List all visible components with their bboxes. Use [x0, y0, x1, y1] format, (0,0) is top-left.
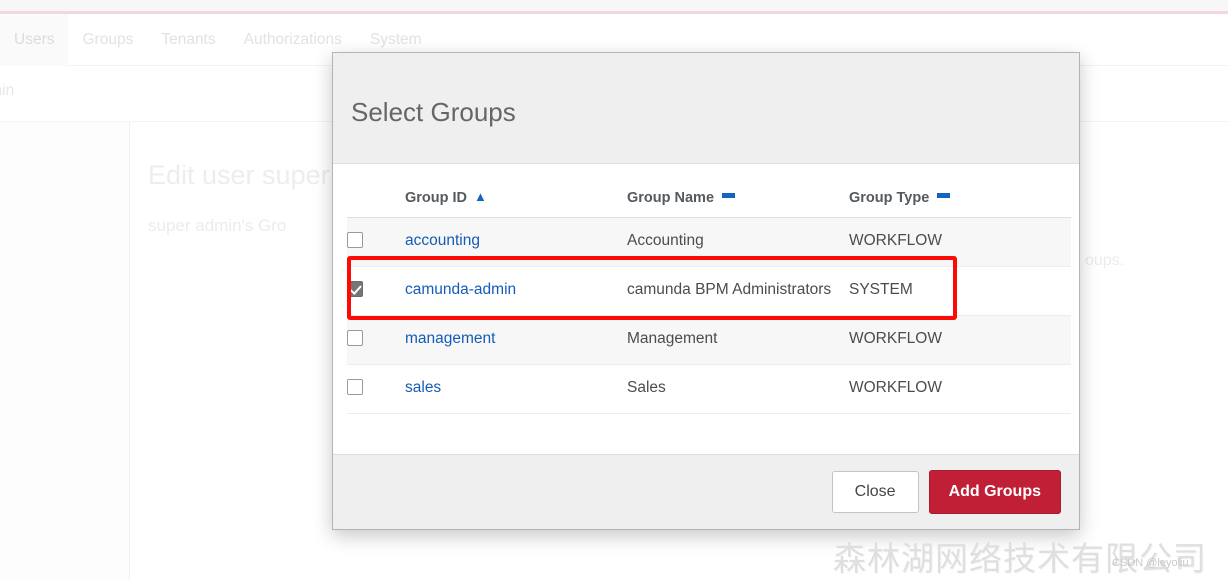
- group-id-link-accounting[interactable]: accounting: [405, 232, 480, 249]
- row-select-cell[interactable]: [347, 316, 405, 365]
- table-row[interactable]: sales Sales WORKFLOW: [347, 364, 1071, 414]
- nav-tab-users[interactable]: Users: [0, 14, 69, 66]
- group-id-link-sales[interactable]: sales: [405, 379, 441, 396]
- row-group-id-cell: sales: [405, 365, 627, 414]
- table-header-row: Group ID ▲ Group Name Group Type: [347, 164, 1071, 218]
- row-select-cell[interactable]: [347, 267, 405, 316]
- table-row[interactable]: accounting Accounting WORKFLOW: [347, 217, 1071, 267]
- side-rail: [0, 122, 130, 580]
- row-select-cell[interactable]: [347, 365, 405, 414]
- row-group-name-cell: camunda BPM Administrators: [627, 281, 832, 298]
- row-checkbox-management[interactable]: [347, 330, 363, 346]
- group-id-link-management[interactable]: management: [405, 330, 495, 347]
- screen-root: Users Groups Tenants Authorizations Syst…: [0, 0, 1228, 580]
- row-checkbox-accounting[interactable]: [347, 232, 363, 248]
- row-group-type-cell: WORKFLOW: [849, 379, 942, 396]
- sort-ascending-icon[interactable]: ▲: [474, 190, 487, 203]
- row-group-type-cell: SYSTEM: [849, 281, 913, 298]
- table-row[interactable]: management Management WORKFLOW: [347, 315, 1071, 365]
- dialog-header: Select Groups: [333, 53, 1079, 164]
- row-group-id-cell: camunda-admin: [405, 267, 627, 316]
- groups-table-body: accounting Accounting WORKFLOW camunda-a…: [347, 217, 1071, 414]
- row-checkbox-sales[interactable]: [347, 379, 363, 395]
- row-checkbox-camunda-admin[interactable]: [347, 281, 363, 297]
- page-title: Edit user super: [148, 160, 330, 190]
- table-row[interactable]: camunda-admin camunda BPM Administrators…: [347, 266, 1071, 316]
- top-strip: [0, 0, 1228, 11]
- close-button[interactable]: Close: [831, 471, 919, 513]
- row-group-id-cell: management: [405, 316, 627, 365]
- sort-neutral-icon[interactable]: [937, 193, 951, 198]
- nav-tab-groups[interactable]: Groups: [68, 14, 147, 66]
- row-group-name-cell: Sales: [627, 379, 666, 396]
- add-groups-button[interactable]: Add Groups: [928, 470, 1061, 514]
- sort-neutral-icon[interactable]: [722, 193, 736, 198]
- group-id-link-camunda-admin[interactable]: camunda-admin: [405, 281, 516, 298]
- select-groups-dialog: Select Groups Group ID ▲ Group Name Group…: [332, 52, 1080, 530]
- dialog-body: Group ID ▲ Group Name Group Type account…: [333, 164, 1079, 454]
- column-header-group-type[interactable]: Group Type: [849, 164, 1071, 218]
- page-subtitle-overflow: oups.: [1085, 252, 1125, 269]
- column-header-group-type-label: Group Type: [849, 190, 930, 206]
- row-group-type-cell: WORKFLOW: [849, 330, 942, 347]
- column-header-group-id-label: Group ID: [405, 190, 468, 206]
- column-header-select: [347, 164, 405, 218]
- groups-table: Group ID ▲ Group Name Group Type account…: [347, 164, 1071, 414]
- groups-table-head: Group ID ▲ Group Name Group Type: [347, 164, 1071, 218]
- row-select-cell[interactable]: [347, 218, 405, 267]
- dialog-footer: Close Add Groups: [333, 454, 1079, 529]
- row-group-name-cell: Management: [627, 330, 718, 347]
- page-subtitle: super admin's Gro: [148, 216, 287, 235]
- row-group-type-cell: WORKFLOW: [849, 232, 942, 249]
- breadcrumb[interactable]: admin: [0, 82, 14, 100]
- watermark-credit: CSDN @leyoliu: [1112, 557, 1189, 569]
- column-header-group-id[interactable]: Group ID ▲: [405, 164, 627, 218]
- column-header-group-name-label: Group Name: [627, 190, 715, 206]
- nav-tab-tenants[interactable]: Tenants: [147, 14, 229, 66]
- row-group-id-cell: accounting: [405, 218, 627, 267]
- row-group-name-cell: Accounting: [627, 232, 704, 249]
- column-header-group-name[interactable]: Group Name: [627, 164, 849, 218]
- dialog-title: Select Groups: [351, 97, 516, 127]
- watermark-text: 森林湖网络技术有限公司: [833, 540, 1207, 577]
